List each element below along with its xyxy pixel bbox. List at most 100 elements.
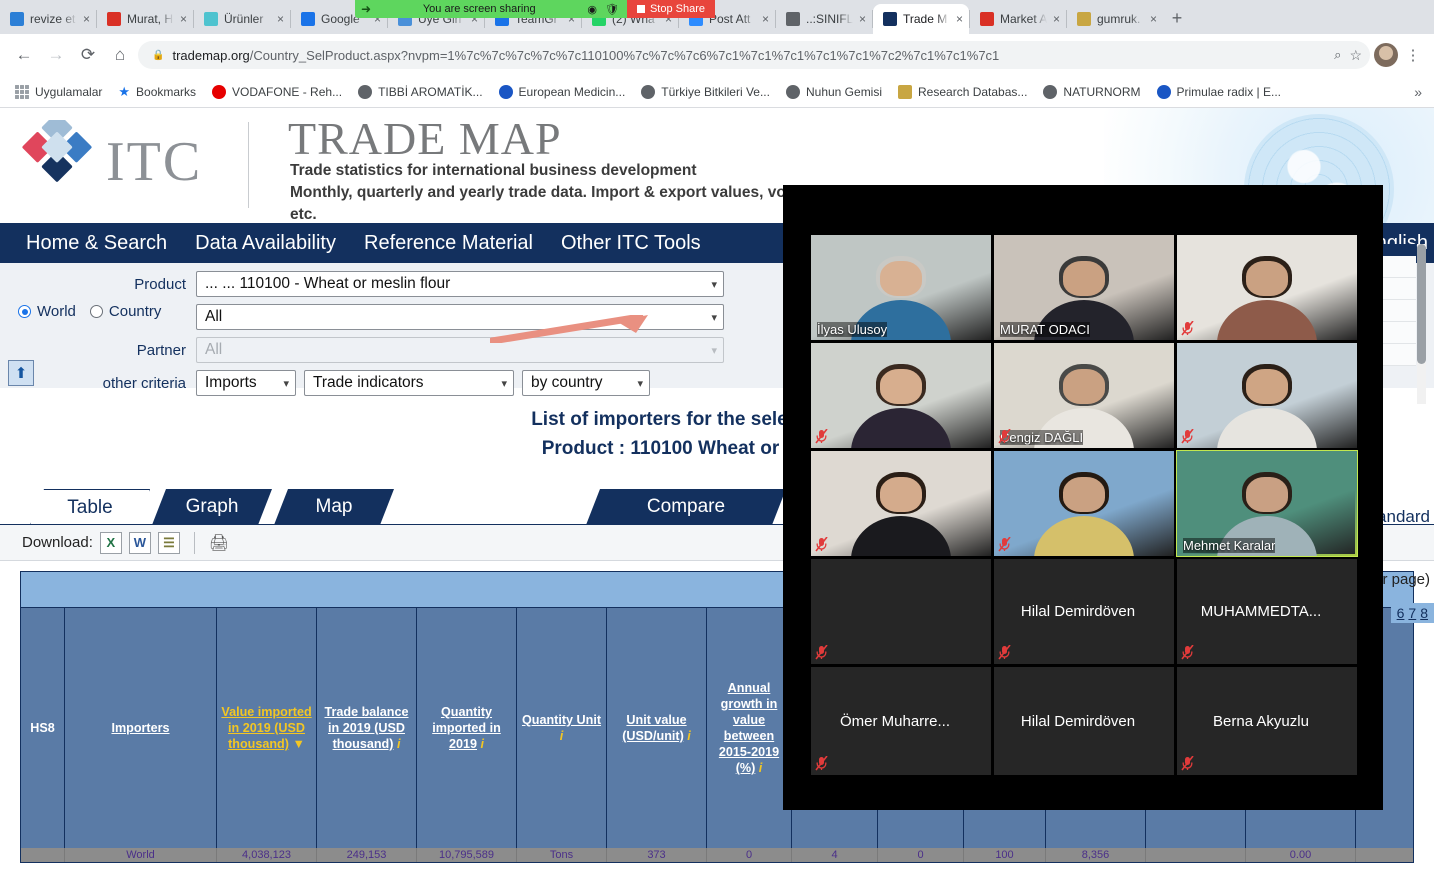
itc-logo-text: ITC xyxy=(106,131,203,193)
radio-world[interactable] xyxy=(18,305,31,318)
tab-close-icon[interactable]: × xyxy=(859,13,866,25)
country-select[interactable]: All ▾ xyxy=(196,304,724,330)
column-header[interactable]: Value imported in 2019 (USD thousand) ▼ xyxy=(217,608,317,848)
indicator-select[interactable]: Trade indicators ▾ xyxy=(304,370,514,396)
bookmark-item[interactable]: Nuhun Gemisi xyxy=(779,82,889,102)
bookmark-label: Türkiye Bitkileri Ve... xyxy=(661,84,770,99)
participant-tile[interactable] xyxy=(994,451,1174,556)
view-tab-map[interactable]: Map xyxy=(274,489,394,525)
profile-avatar[interactable] xyxy=(1374,43,1398,67)
reload-icon[interactable]: ⟳ xyxy=(74,41,102,69)
column-header[interactable]: Trade balance in 2019 (USD thousand) i xyxy=(317,608,417,848)
nav-item[interactable]: Reference Material xyxy=(350,232,547,255)
bookmarks-overflow-icon[interactable]: » xyxy=(1414,84,1426,100)
partner-select[interactable]: All ▾ xyxy=(196,337,724,363)
tab-close-icon[interactable]: × xyxy=(180,13,187,25)
bookmark-item[interactable]: Uygulamalar xyxy=(8,82,109,102)
screen-share-banner: ➜ You are screen sharing ◉ 🛡 Stop Share xyxy=(355,0,715,18)
page-link[interactable]: 7 xyxy=(1406,605,1418,621)
partner-select-value: All xyxy=(205,341,223,358)
print-icon[interactable]: 🖨 xyxy=(209,533,229,553)
participant-tile[interactable] xyxy=(1177,343,1357,448)
stop-share-button[interactable]: Stop Share xyxy=(626,0,715,18)
tab-close-icon[interactable]: × xyxy=(956,13,963,25)
view-tab-graph[interactable]: Graph xyxy=(152,489,272,525)
column-header[interactable]: Annual growth in value between 2015-2019… xyxy=(707,608,792,848)
participant-tile[interactable]: Hilal Demirdöven xyxy=(994,559,1174,664)
back-icon[interactable]: ← xyxy=(10,41,38,69)
zoom-icon[interactable]: ⌕ xyxy=(1334,47,1341,63)
nav-item[interactable]: Other ITC Tools xyxy=(547,232,715,255)
forward-icon[interactable]: → xyxy=(42,41,70,69)
radio-country[interactable] xyxy=(89,305,103,318)
new-tab-button[interactable]: + xyxy=(1163,4,1191,32)
browser-tab[interactable]: revize et × xyxy=(0,4,96,34)
participant-tile[interactable] xyxy=(811,451,991,556)
bookmark-item[interactable]: Research Databas... xyxy=(891,82,1034,102)
bookmark-star-icon[interactable]: ☆ xyxy=(1349,47,1362,64)
view-tab-compare[interactable]: Compare xyxy=(586,489,786,525)
page-link[interactable]: 6 xyxy=(1395,605,1407,621)
browser-tab[interactable]: Murat, H × xyxy=(97,4,193,34)
chrome-menu-icon[interactable]: ⋮ xyxy=(1402,46,1424,64)
participant-tile[interactable]: Mehmet Karalar xyxy=(1176,450,1358,557)
scrollbar-thumb[interactable] xyxy=(1417,244,1426,364)
nav-item[interactable]: Home & Search xyxy=(12,232,181,255)
browser-tab[interactable]: Ürünler × xyxy=(194,4,290,34)
bookmark-label: NATURNORM xyxy=(1063,84,1141,99)
text-icon[interactable]: ☰ xyxy=(157,531,180,554)
home-icon[interactable]: ⌂ xyxy=(106,41,134,69)
nav-item[interactable]: Data Availability xyxy=(181,232,350,255)
participant-tile[interactable]: Cengiz DAĞLI xyxy=(994,343,1174,448)
participant-tile[interactable] xyxy=(811,559,991,664)
participant-tile[interactable]: İlyas Ulusoy xyxy=(811,235,991,340)
view-tab-table[interactable]: Table xyxy=(30,489,150,525)
participant-tile[interactable]: MUHAMMEDTA... xyxy=(1177,559,1357,664)
column-header[interactable]: Importers xyxy=(65,608,217,848)
table-row[interactable]: World 4,038,123 249,153 10,795,589 Tons 373 0 4… xyxy=(21,848,1413,862)
bookmark-item[interactable]: NATURNORM xyxy=(1036,82,1147,102)
tab-close-icon[interactable]: × xyxy=(1150,13,1157,25)
column-header[interactable]: HS8 xyxy=(21,608,65,848)
tab-close-icon[interactable]: × xyxy=(277,13,284,25)
toolbar-divider xyxy=(193,531,195,554)
tab-close-icon[interactable]: × xyxy=(1053,13,1060,25)
browser-tab[interactable]: ..:SINIFL × xyxy=(776,4,872,34)
product-select[interactable]: ... ... 110100 - Wheat or meslin flour ▾ xyxy=(196,271,724,297)
browser-tab[interactable]: Trade M × xyxy=(873,4,969,34)
grouping-select[interactable]: by country ▾ xyxy=(522,370,650,396)
bookmark-item[interactable]: European Medicin... xyxy=(492,82,633,102)
column-header[interactable]: Quantity Unit i xyxy=(517,608,607,848)
participant-tile[interactable]: Berna Akyuzlu xyxy=(1177,667,1357,775)
itc-logo-icon xyxy=(22,120,92,182)
excel-icon[interactable]: X xyxy=(99,531,122,554)
bookmark-label: Uygulamalar xyxy=(35,84,103,99)
participant-tile[interactable] xyxy=(811,343,991,448)
share-record-icon[interactable]: ◉ xyxy=(587,3,597,16)
bookmark-item[interactable]: Türkiye Bitkileri Ve... xyxy=(634,82,777,102)
share-shield-icon[interactable]: 🛡 xyxy=(605,3,619,16)
column-header[interactable]: Unit value (USD/unit) i xyxy=(607,608,707,848)
participant-tile[interactable]: Ömer Muharre... xyxy=(811,667,991,775)
browser-tab[interactable]: gumruk. × xyxy=(1067,4,1163,34)
tab-close-icon[interactable]: × xyxy=(762,13,769,25)
participant-tile[interactable] xyxy=(1177,235,1357,340)
bookmark-item[interactable]: VODAFONE - Reh... xyxy=(205,82,349,102)
participant-tile[interactable]: Hilal Demirdöven xyxy=(994,667,1174,775)
participant-tile[interactable]: MURAT ODACI xyxy=(994,235,1174,340)
page-link[interactable]: 8 xyxy=(1418,605,1430,621)
tab-close-icon[interactable]: × xyxy=(83,13,90,25)
flow-select[interactable]: Imports ▾ xyxy=(196,370,296,396)
table-cell: World xyxy=(65,848,217,862)
browser-tab[interactable]: Market A × xyxy=(970,4,1066,34)
bookmark-item[interactable]: TIBBİ AROMATİK... xyxy=(351,82,489,102)
bookmark-item[interactable]: ★ Bookmarks xyxy=(111,81,203,103)
word-icon[interactable]: W xyxy=(128,531,151,554)
inner-scrollbar[interactable] xyxy=(1417,244,1426,404)
collapse-panel-button[interactable]: ⬆ xyxy=(8,360,34,386)
column-header[interactable]: Quantity imported in 2019 i xyxy=(417,608,517,848)
address-bar[interactable]: 🔒 trademap.org/Country_SelProduct.aspx?n… xyxy=(138,41,1370,69)
zoom-meeting-overlay[interactable]: İlyas Ulusoy MURAT ODACI Cengiz DAĞLI Mehme… xyxy=(783,185,1383,810)
participant-name: Hilal Demirdöven xyxy=(1020,712,1136,730)
bookmark-item[interactable]: Primulae radix | E... xyxy=(1150,82,1288,102)
